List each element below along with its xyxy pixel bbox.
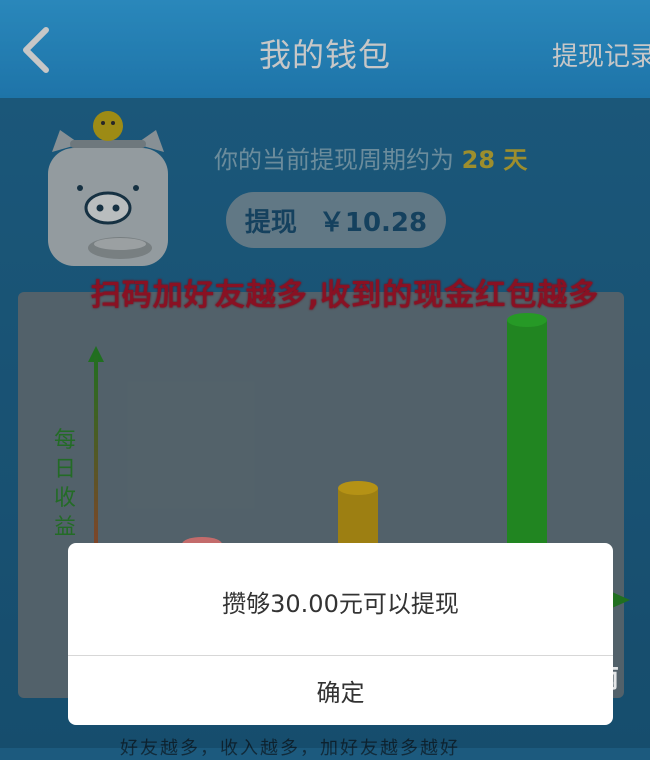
dialog-message: 攒够30.00元可以提现: [222, 589, 459, 618]
watermark: S 搜狗指南 zhinan.sogou.com: [470, 658, 620, 713]
watermark-name: 搜狗指南: [512, 664, 621, 694]
sogou-logo-icon: S: [470, 658, 506, 695]
watermark-url: zhinan.sogou.com: [472, 699, 582, 713]
